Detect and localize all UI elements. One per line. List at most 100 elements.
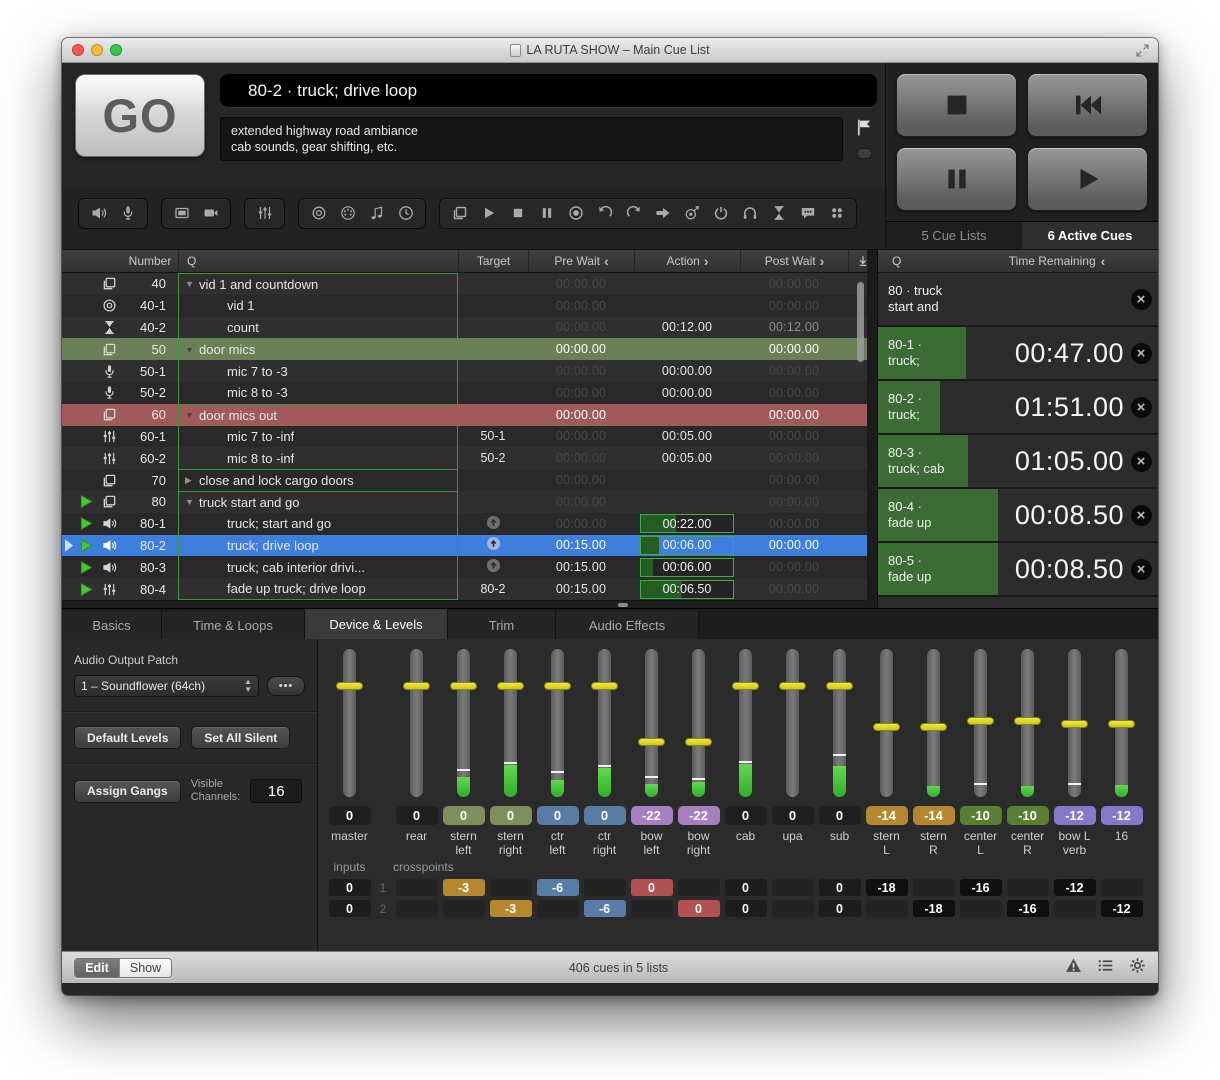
crosspoint-cell[interactable]: -18: [866, 879, 908, 896]
fader-thumb[interactable]: [1108, 720, 1135, 728]
crosspoint-cell[interactable]: [584, 879, 626, 896]
pre-wait-value[interactable]: 00:00.00: [528, 429, 634, 443]
cue-name-cell[interactable]: mic 7 to -inf: [178, 426, 458, 448]
tab-device-levels[interactable]: Device & Levels: [305, 609, 448, 639]
column-header-q[interactable]: Q: [178, 250, 458, 272]
fader-thumb[interactable]: [591, 682, 618, 690]
cue-name-cell[interactable]: fade up truck; drive loop: [178, 578, 458, 600]
crosspoint-cell[interactable]: [772, 900, 814, 917]
clear-cue-button[interactable]: ×: [1131, 559, 1152, 580]
action-value[interactable]: 00:00.00: [634, 386, 740, 400]
crosspoint-cell[interactable]: -12: [1054, 879, 1096, 896]
fader-track[interactable]: [833, 649, 846, 797]
pre-wait-value[interactable]: 00:15.00: [528, 538, 634, 552]
crosspoint-cell[interactable]: [866, 900, 908, 917]
zoom-button-icon[interactable]: [110, 44, 122, 56]
clear-cue-button[interactable]: ×: [1131, 289, 1152, 310]
action-value[interactable]: 00:00.00: [634, 364, 740, 378]
column-header-target[interactable]: Target: [458, 250, 528, 272]
column-header-action[interactable]: Action›: [634, 250, 740, 272]
pre-wait-value[interactable]: 00:15.00: [528, 560, 634, 574]
pre-wait-value[interactable]: 00:00.00: [528, 386, 634, 400]
cue-name-cell[interactable]: ▼door mics out: [178, 404, 458, 426]
channel-level-value[interactable]: 0: [329, 806, 371, 825]
power-cue-icon[interactable]: [712, 205, 729, 222]
action-value[interactable]: 00:05.00: [634, 429, 740, 443]
cue-row-60-2[interactable]: 60-2mic 8 to -inf50-200:00.0000:05.0000:…: [62, 447, 867, 469]
pre-wait-value[interactable]: 00:00.00: [528, 451, 634, 465]
cue-name-cell[interactable]: mic 8 to -3: [178, 382, 458, 404]
fader-thumb[interactable]: [450, 682, 477, 690]
play-cue-icon[interactable]: [480, 205, 497, 222]
active-cue-row[interactable]: 80-4 ·fade up00:08.50×: [878, 489, 1158, 543]
cue-name-cell[interactable]: ▼truck start and go: [178, 491, 458, 513]
clear-cue-button[interactable]: ×: [1131, 397, 1152, 418]
fader-track[interactable]: [410, 649, 423, 797]
vertical-scrollbar[interactable]: [857, 282, 864, 362]
fader-thumb[interactable]: [497, 682, 524, 690]
rewind-button[interactable]: [1027, 73, 1148, 137]
pre-wait-value[interactable]: 00:00.00: [528, 473, 634, 487]
fader-track[interactable]: [504, 649, 517, 797]
tab-trim[interactable]: Trim: [448, 611, 556, 639]
fade-cue-icon[interactable]: [256, 205, 273, 222]
post-wait-value[interactable]: 00:00.00: [740, 495, 848, 509]
cue-name-cell[interactable]: vid 1: [178, 295, 458, 317]
clear-cue-button[interactable]: ×: [1131, 451, 1152, 472]
crosspoint-cell[interactable]: -3: [490, 900, 532, 917]
play-button[interactable]: [1027, 147, 1148, 211]
undo-cue-icon[interactable]: [596, 205, 613, 222]
crosspoint-cell[interactable]: [631, 900, 673, 917]
set-all-silent-button[interactable]: Set All Silent: [191, 726, 290, 749]
close-button-icon[interactable]: [72, 44, 84, 56]
title-bar[interactable]: LA RUTA SHOW – Main Cue List: [62, 38, 1158, 63]
action-value[interactable]: 00:22.00: [634, 514, 740, 533]
crosspoint-cell[interactable]: 0: [631, 879, 673, 896]
crosspoint-cell[interactable]: [396, 879, 438, 896]
column-header-number[interactable]: Number: [122, 250, 178, 272]
channel-level-value[interactable]: -10: [1007, 806, 1049, 825]
music-note-cue-icon[interactable]: [368, 205, 385, 222]
dart-cue-icon[interactable]: [683, 205, 700, 222]
cue-row-50-1[interactable]: 50-1mic 7 to -300:00.0000:00.0000:00.00: [62, 360, 867, 382]
cue-name-cell[interactable]: ▼door mics: [178, 338, 458, 360]
post-wait-value[interactable]: 00:00.00: [740, 517, 848, 531]
action-value[interactable]: 00:06.00: [634, 536, 740, 555]
post-wait-value[interactable]: 00:00.00: [740, 277, 848, 291]
fader-track[interactable]: [598, 649, 611, 797]
record-cue-icon[interactable]: [567, 205, 584, 222]
fader-track[interactable]: [927, 649, 940, 797]
cue-row-60-1[interactable]: 60-1mic 7 to -inf50-100:00.0000:05.0000:…: [62, 426, 867, 448]
cue-row-80[interactable]: 80▼truck start and go00:00.0000:00.00: [62, 491, 867, 513]
post-wait-value[interactable]: 00:00.00: [740, 451, 848, 465]
cue-row-50-2[interactable]: 50-2mic 8 to -300:00.0000:00.0000:00.00: [62, 382, 867, 404]
cue-row-80-1[interactable]: 80-1truck; start and go00:00.0000:22.000…: [62, 513, 867, 535]
post-wait-value[interactable]: 00:00.00: [740, 299, 848, 313]
fader-thumb[interactable]: [826, 682, 853, 690]
action-value[interactable]: 00:06.50: [634, 580, 740, 599]
visible-channels-value[interactable]: 16: [250, 779, 302, 803]
cue-row-60[interactable]: 60▼door mics out00:00.0000:00.00: [62, 404, 867, 426]
matrix-master-value[interactable]: 0: [329, 879, 371, 896]
cue-row-40[interactable]: 40▼vid 1 and countdown00:00.0000:00.00: [62, 273, 867, 295]
fader-track[interactable]: [739, 649, 752, 797]
channel-level-value[interactable]: -14: [866, 806, 908, 825]
tab-audio-effects[interactable]: Audio Effects: [556, 611, 699, 639]
pre-wait-value[interactable]: 00:00.00: [528, 408, 634, 422]
crosspoint-cell[interactable]: 0: [725, 900, 767, 917]
gear-icon[interactable]: [1129, 957, 1146, 979]
channel-level-value[interactable]: 0: [772, 806, 814, 825]
clear-cue-button[interactable]: ×: [1131, 343, 1152, 364]
fader-track[interactable]: [974, 649, 987, 797]
goto-cue-icon[interactable]: [654, 205, 671, 222]
fader-thumb[interactable]: [685, 738, 712, 746]
memo-cue-icon[interactable]: [799, 205, 816, 222]
crosspoint-cell[interactable]: [537, 900, 579, 917]
cue-name-cell[interactable]: ▶close and lock cargo doors: [178, 469, 458, 491]
crosspoint-cell[interactable]: [1007, 879, 1049, 896]
minimize-button-icon[interactable]: [91, 44, 103, 56]
pre-wait-value[interactable]: 00:00.00: [528, 342, 634, 356]
disclosure-triangle-icon[interactable]: ▼: [185, 497, 199, 507]
crosspoint-cell[interactable]: [913, 879, 955, 896]
patch-options-button[interactable]: •••: [267, 676, 305, 696]
